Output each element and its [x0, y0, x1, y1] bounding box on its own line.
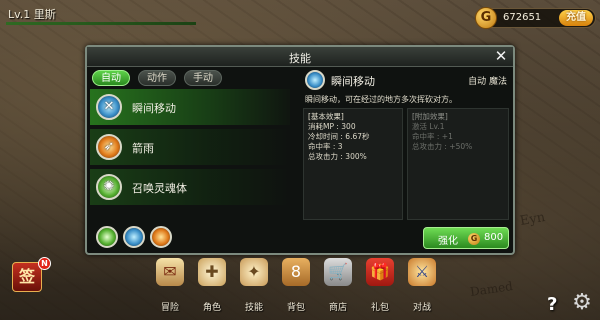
skill-list: ✕ 瞬间移动 ➶ 箭雨 ✺ 召唤灵魂体 [90, 89, 295, 217]
new-badge: N [38, 257, 51, 270]
equipped-skill-slots [90, 219, 295, 253]
bag-icon: 8 [282, 258, 310, 286]
arrow-rain-skill-icon: ➶ [96, 134, 122, 160]
skills-dialog: 技能 ✕ 自动 动作 手动 ✕ 瞬间移动 ➶ 箭雨 ✺ 召唤灵魂体 瞬间移动 自… [85, 45, 515, 255]
skill-name: 瞬间移动 [132, 102, 176, 115]
slot-blink-icon[interactable] [123, 226, 145, 248]
dialog-header: 技能 ✕ [87, 47, 513, 67]
nav-label: 角色 [202, 303, 221, 313]
shopping-cart-icon: 🛒 [324, 258, 352, 286]
crossed-swords-icon: ⚔ [408, 258, 436, 286]
extra-effect-line: 总攻击力 : +50% [412, 142, 473, 151]
blink-skill-icon [305, 70, 325, 90]
upgrade-label: 强化 [438, 236, 458, 247]
extra-effect-line: 命中率 : +1 [412, 132, 453, 141]
help-icon[interactable]: ? [547, 294, 557, 315]
basic-effects-heading: [基本效果] [308, 112, 344, 121]
extra-effects-box: [附加效果] 激活 Lv.1 命中率 : +1 总攻击力 : +50% [407, 108, 509, 220]
basic-effect-line: 总攻击力 : 300% [308, 152, 367, 161]
player-exp-bar [6, 22, 196, 25]
extra-effect-line: 激活 Lv.1 [412, 122, 445, 131]
tab-action[interactable]: 动作 [138, 70, 176, 86]
detail-description: 瞬间移动，可在经过的地方多次挥砍对方。 [305, 95, 457, 104]
slot-arrow-rain-icon[interactable] [150, 226, 172, 248]
gold-currency-box: G 672651 充值 [475, 7, 596, 29]
nav-character[interactable]: ✚ 角色 [192, 258, 232, 318]
skill-name: 召唤灵魂体 [132, 182, 187, 195]
adventure-scroll-icon: ✉ [156, 258, 184, 286]
dialog-title: 技能 [289, 52, 311, 65]
skill-row-summon-spirit[interactable]: ✺ 召唤灵魂体 [90, 169, 290, 205]
gift-box-icon: 🎁 [366, 258, 394, 286]
gold-coin-icon: G [475, 7, 497, 29]
detail-skill-tags: 自动 魔法 [468, 77, 507, 87]
skill-detail-panel: 瞬间移动 自动 魔法 瞬间移动，可在经过的地方多次挥砍对方。 [基本效果] 消耗… [301, 67, 513, 253]
blink-skill-icon: ✕ [96, 94, 122, 120]
basic-effect-line: 命中率 : 3 [308, 142, 343, 151]
player-exp-bar-fill [6, 22, 196, 25]
nav-skills[interactable]: ✦ 技能 [234, 258, 274, 318]
skill-name: 箭雨 [132, 142, 154, 155]
character-icon: ✚ [198, 258, 226, 286]
nav-label: 冒险 [160, 303, 179, 313]
close-icon[interactable]: ✕ [493, 48, 509, 64]
skills-icon: ✦ [240, 258, 268, 286]
nav-battle[interactable]: ⚔ 对战 [402, 258, 442, 318]
nav-label: 背包 [286, 303, 305, 313]
skill-row-blink[interactable]: ✕ 瞬间移动 [90, 89, 290, 125]
nav-label: 技能 [244, 303, 263, 313]
recharge-button[interactable]: 充值 [559, 10, 593, 26]
skill-row-arrow-rain[interactable]: ➶ 箭雨 [90, 129, 290, 165]
gold-amount: 672651 [503, 12, 542, 23]
sign-in-button[interactable]: 签 [12, 262, 42, 292]
basic-effects-box: [基本效果] 消耗MP : 300 冷却时间 : 6.67秒 命中率 : 3 总… [303, 108, 403, 220]
slot-summon-spirit-icon[interactable] [96, 226, 118, 248]
summon-spirit-skill-icon: ✺ [96, 174, 122, 200]
basic-effect-line: 冷却时间 : 6.67秒 [308, 132, 370, 141]
nav-label: 礼包 [370, 303, 389, 313]
nav-label: 对战 [412, 303, 431, 313]
upgrade-button[interactable]: 强化 G 800 [423, 227, 509, 249]
nav-adventure[interactable]: ✉ 冒险 [150, 258, 190, 318]
tab-manual[interactable]: 手动 [184, 70, 222, 86]
gear-icon[interactable]: ⚙ [570, 291, 594, 315]
gold-coin-icon: G [468, 233, 480, 245]
nav-gift[interactable]: 🎁 礼包 [360, 258, 400, 318]
detail-skill-name: 瞬间移动 [331, 75, 375, 88]
nav-label: 商店 [328, 303, 347, 313]
extra-effects-heading: [附加效果] [412, 112, 448, 121]
basic-effect-line: 消耗MP : 300 [308, 122, 356, 131]
nav-shop[interactable]: 🛒 商店 [318, 258, 358, 318]
tab-auto[interactable]: 自动 [92, 70, 130, 86]
nav-bag[interactable]: 8 背包 [276, 258, 316, 318]
upgrade-cost: 800 [484, 232, 504, 243]
player-level-name: Lv.1 里斯 [8, 8, 56, 21]
